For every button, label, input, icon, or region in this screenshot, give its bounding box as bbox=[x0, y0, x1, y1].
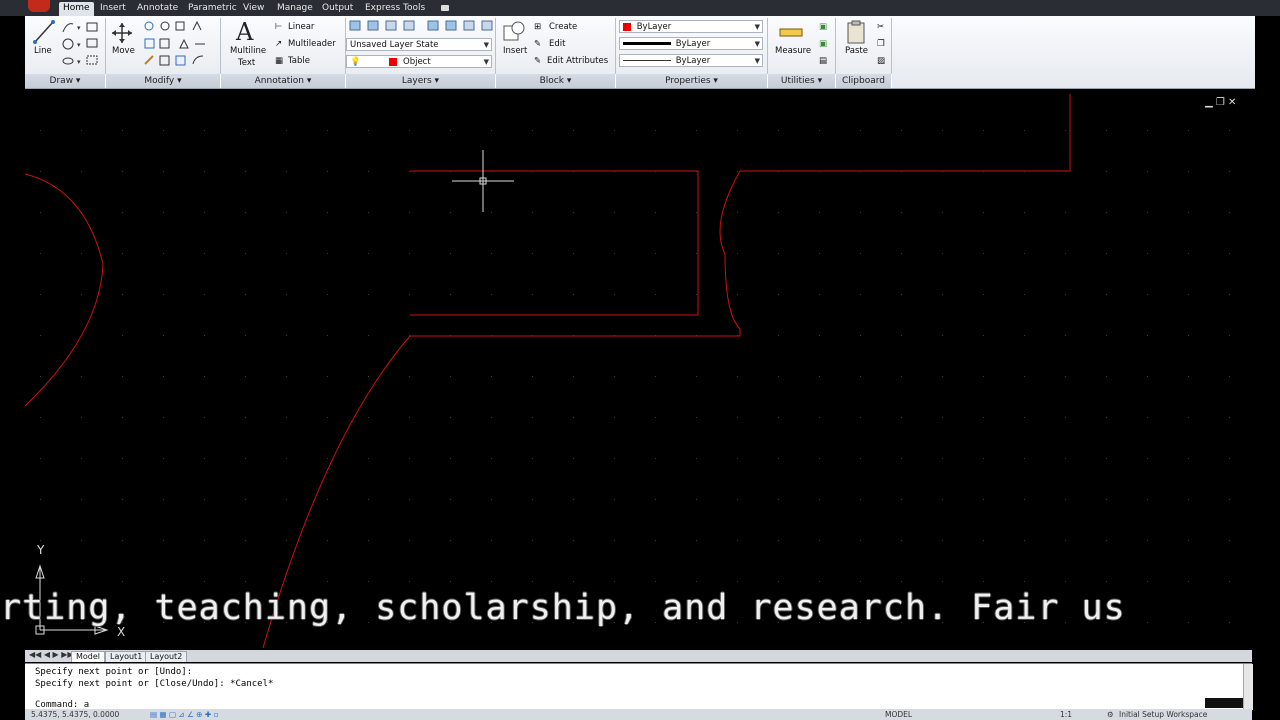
clipboard-panel-title[interactable]: Clipboard bbox=[836, 74, 892, 88]
insert-block-icon[interactable] bbox=[502, 20, 526, 44]
drafting-toggles[interactable]: ▤ ▦ ▢ ⊿ ∠ ⊕ ✚ ▫ bbox=[150, 709, 219, 720]
multileader-label[interactable]: Multileader bbox=[288, 39, 336, 49]
status-bar: 5.4375, 5.4375, 0.0000 ▤ ▦ ▢ ⊿ ∠ ⊕ ✚ ▫ M… bbox=[25, 709, 1252, 720]
linetype-value: ByLayer bbox=[675, 56, 711, 66]
layer-state-value: Unsaved Layer State bbox=[350, 40, 439, 50]
copy-icon[interactable]: ❐ bbox=[877, 39, 885, 49]
calculator-icon[interactable]: ▤ bbox=[819, 56, 827, 66]
color-swatch bbox=[623, 22, 631, 31]
tab-parametric[interactable]: Parametric bbox=[184, 2, 241, 15]
multiline-text-icon[interactable]: A bbox=[236, 18, 253, 46]
command-history-line: Specify next point or [Close/Undo]: *Can… bbox=[35, 679, 274, 689]
line-icon[interactable] bbox=[33, 20, 55, 44]
match-properties-icon[interactable]: ▨ bbox=[877, 56, 885, 66]
ribbon: Line ▾ ▾ ▾ Draw ▾ Move Modify ▾ A Multil… bbox=[25, 16, 1255, 89]
lineweight-sample bbox=[623, 42, 671, 45]
table-icon[interactable]: ▦ bbox=[275, 56, 283, 66]
move-button-label[interactable]: Move bbox=[112, 46, 135, 56]
layer-value: Object bbox=[403, 57, 431, 67]
line-button-label[interactable]: Line bbox=[34, 46, 52, 56]
create-label[interactable]: Create bbox=[549, 22, 577, 32]
measure-icon[interactable] bbox=[779, 22, 803, 42]
layers-panel-title[interactable]: Layers ▾ bbox=[346, 74, 496, 88]
utilities-panel-title[interactable]: Utilities ▾ bbox=[768, 74, 836, 88]
close-icon[interactable]: ✕ bbox=[1228, 97, 1236, 108]
dim-linear-icon[interactable]: ⊢ bbox=[275, 22, 282, 32]
lineweight-value: ByLayer bbox=[675, 39, 711, 49]
annotation-panel-title[interactable]: Annotation ▾ bbox=[221, 74, 346, 88]
quick-select-icon[interactable]: ▣ bbox=[819, 22, 827, 32]
layout-tab-bar: ◀◀ ◀ ▶ ▶▶ Model Layout1 Layout2 bbox=[25, 650, 1252, 662]
layer-dropdown[interactable]: 💡 Object ▼ bbox=[346, 55, 492, 68]
tab-manage[interactable]: Manage bbox=[273, 2, 317, 15]
lineweight-dropdown[interactable]: ByLayer ▼ bbox=[619, 37, 763, 50]
command-history-line: Specify next point or [Undo]: bbox=[35, 667, 193, 677]
paste-icon[interactable] bbox=[845, 20, 867, 44]
minimize-ribbon-icon[interactable] bbox=[441, 5, 449, 11]
application-menu-button[interactable] bbox=[28, 0, 50, 12]
properties-panel-title[interactable]: Properties ▾ bbox=[616, 74, 768, 88]
table-label[interactable]: Table bbox=[288, 56, 310, 66]
block-panel-title[interactable]: Block ▾ bbox=[496, 74, 616, 88]
tab-layout2[interactable]: Layout2 bbox=[145, 651, 188, 662]
multiline-label[interactable]: Multiline bbox=[230, 46, 266, 56]
tab-output[interactable]: Output bbox=[318, 2, 357, 15]
viewport-window-controls: ▁ ❐ ✕ bbox=[1205, 97, 1236, 108]
edit-label[interactable]: Edit bbox=[549, 39, 565, 49]
paste-label[interactable]: Paste bbox=[845, 46, 868, 56]
coordinate-readout[interactable]: 5.4375, 5.4375, 0.0000 bbox=[31, 709, 119, 720]
layer-state-dropdown[interactable]: Unsaved Layer State ▼ bbox=[346, 38, 492, 51]
annotation-scale[interactable]: 1:1 bbox=[1060, 709, 1072, 720]
modify-panel-title[interactable]: Modify ▾ bbox=[106, 74, 221, 88]
command-scrollbar[interactable] bbox=[1243, 664, 1253, 710]
multileader-icon[interactable]: ↗ bbox=[275, 39, 282, 49]
tab-annotate[interactable]: Annotate bbox=[133, 2, 182, 15]
edit-attributes-icon[interactable]: ✎ bbox=[534, 56, 541, 66]
layer-tools-icons[interactable] bbox=[349, 19, 495, 33]
edit-attributes-label[interactable]: Edit Attributes bbox=[547, 56, 608, 66]
move-icon[interactable] bbox=[111, 22, 133, 44]
lightbulb-icon: 💡 bbox=[350, 57, 361, 67]
ribbon-tab-strip: Home Insert Annotate Parametric View Man… bbox=[0, 0, 1280, 16]
tab-view[interactable]: View bbox=[239, 2, 268, 15]
command-line-window: Specify next point or [Undo]: Specify ne… bbox=[25, 663, 1253, 710]
insert-label[interactable]: Insert bbox=[503, 46, 527, 56]
gear-icon[interactable]: ⚙ bbox=[1107, 709, 1114, 720]
svg-text:▾: ▾ bbox=[77, 58, 81, 66]
workspace-switcher[interactable]: Initial Setup Workspace bbox=[1119, 709, 1207, 720]
linear-label[interactable]: Linear bbox=[288, 22, 314, 32]
tab-express-tools[interactable]: Express Tools bbox=[361, 2, 429, 15]
svg-text:▾: ▾ bbox=[77, 24, 81, 32]
color-value: ByLayer bbox=[636, 22, 672, 32]
layer-color-swatch bbox=[389, 57, 398, 66]
text-label[interactable]: Text bbox=[238, 58, 255, 68]
linetype-dropdown[interactable]: ByLayer ▼ bbox=[619, 54, 763, 67]
layout-nav-arrows[interactable]: ◀◀ ◀ ▶ ▶▶ bbox=[29, 650, 74, 659]
grid-dots bbox=[25, 94, 1252, 648]
linetype-sample bbox=[623, 60, 671, 61]
ucs-y-label: Y bbox=[36, 543, 45, 557]
modify-tools-icons[interactable] bbox=[143, 20, 219, 70]
draw-panel-title[interactable]: Draw ▾ bbox=[25, 74, 106, 88]
cut-icon[interactable]: ✂ bbox=[877, 22, 884, 32]
tab-insert[interactable]: Insert bbox=[96, 2, 130, 15]
edit-block-icon[interactable]: ✎ bbox=[534, 39, 541, 49]
tab-layout1[interactable]: Layout1 bbox=[105, 651, 148, 662]
create-block-icon[interactable]: ⊞ bbox=[534, 22, 541, 32]
restore-icon[interactable]: ❐ bbox=[1216, 97, 1225, 108]
model-space-button[interactable]: MODEL bbox=[885, 709, 912, 720]
draw-tools-icons[interactable]: ▾ ▾ ▾ bbox=[61, 20, 105, 70]
measure-label[interactable]: Measure bbox=[775, 46, 811, 56]
svg-text:▾: ▾ bbox=[77, 41, 81, 49]
video-caption-overlay: rting, teaching, scholarship, and resear… bbox=[0, 588, 1126, 628]
minimize-icon[interactable]: ▁ bbox=[1205, 97, 1213, 108]
id-point-icon[interactable]: ▣ bbox=[819, 39, 827, 49]
color-dropdown[interactable]: ByLayer ▼ bbox=[619, 20, 763, 33]
tab-home[interactable]: Home bbox=[59, 2, 94, 16]
drawing-area[interactable]: Y X bbox=[25, 94, 1252, 648]
tab-model[interactable]: Model bbox=[71, 651, 106, 662]
